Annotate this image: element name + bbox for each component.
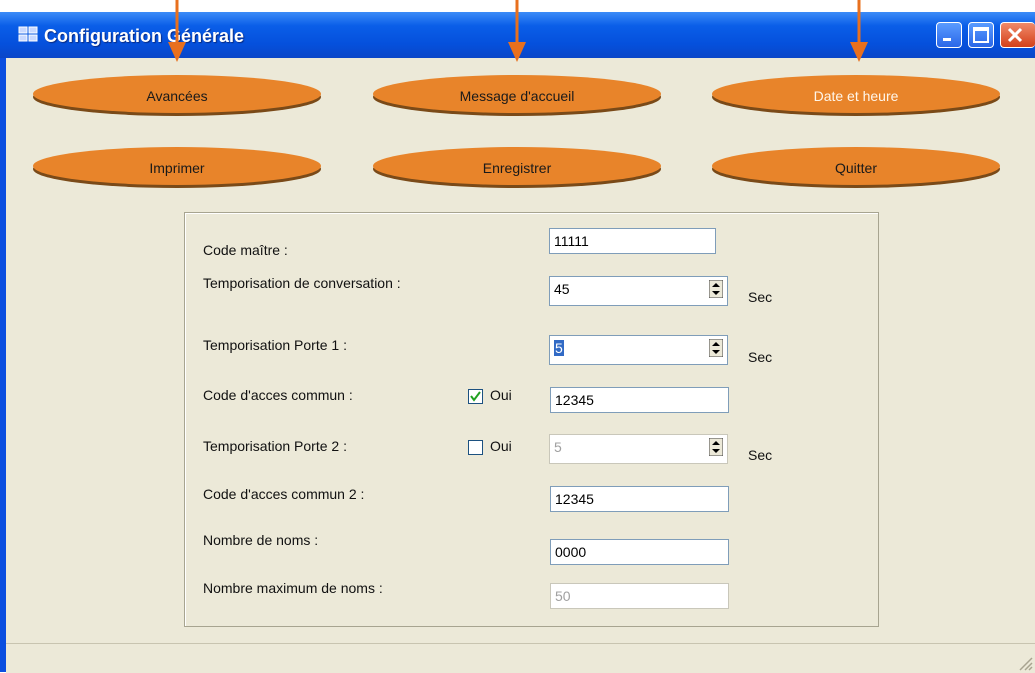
tempo-porte1-value: 5 bbox=[554, 340, 564, 356]
tempo-porte2-unit: Sec bbox=[748, 447, 773, 463]
code-acces-commun-oui: Oui bbox=[490, 387, 512, 403]
nombre-noms-label: Nombre de noms : bbox=[203, 532, 319, 548]
tempo-porte1-unit: Sec bbox=[748, 349, 773, 365]
tempo-conversation-value: 45 bbox=[554, 281, 570, 297]
code-acces-commun2-field[interactable]: 12345 bbox=[550, 486, 729, 512]
tempo-porte2-checkbox[interactable] bbox=[468, 440, 483, 455]
nombre-max-noms-field: 50 bbox=[550, 583, 729, 609]
avancees-button[interactable]: Avancées bbox=[32, 74, 322, 118]
enregistrer-label: Enregistrer bbox=[482, 160, 552, 176]
window-title: Configuration Générale bbox=[44, 26, 245, 46]
minimize-button[interactable] bbox=[936, 22, 962, 48]
nombre-max-noms-label: Nombre maximum de noms : bbox=[203, 580, 383, 596]
code-maitre-label: Code maître : bbox=[203, 242, 288, 258]
quitter-label: Quitter bbox=[834, 160, 877, 176]
client-area: Avancées Message d'accueil Date et heure… bbox=[6, 58, 1035, 673]
app-icon bbox=[18, 26, 38, 42]
date-heure-label: Date et heure bbox=[813, 88, 899, 104]
maximize-button[interactable] bbox=[968, 22, 994, 48]
tempo-porte2-value: 5 bbox=[554, 439, 562, 455]
checkmark-icon bbox=[470, 391, 481, 402]
maximize-icon bbox=[973, 27, 989, 43]
message-accueil-label: Message d'accueil bbox=[459, 88, 575, 104]
tempo-conversation-unit: Sec bbox=[748, 289, 773, 305]
avancees-label: Avancées bbox=[146, 88, 208, 104]
tempo-porte1-label: Temporisation Porte 1 : bbox=[203, 337, 347, 353]
quitter-button[interactable]: Quitter bbox=[711, 146, 1001, 190]
close-button[interactable] bbox=[1000, 22, 1035, 48]
spin-arrows-icon[interactable] bbox=[709, 280, 723, 298]
message-accueil-button[interactable]: Message d'accueil bbox=[372, 74, 662, 118]
code-acces-commun2-label: Code d'acces commun 2 : bbox=[203, 486, 365, 502]
annotation-arrow bbox=[168, 0, 186, 62]
enregistrer-button[interactable]: Enregistrer bbox=[372, 146, 662, 190]
spin-arrows-icon[interactable] bbox=[709, 438, 723, 456]
resize-grip-icon[interactable] bbox=[1017, 655, 1033, 671]
tempo-porte2-label: Temporisation Porte 2 : bbox=[203, 438, 347, 454]
code-acces-commun-label: Code d'acces commun : bbox=[203, 387, 353, 403]
tempo-porte2-oui: Oui bbox=[490, 438, 512, 454]
date-heure-button[interactable]: Date et heure bbox=[711, 74, 1001, 118]
spin-arrows-icon[interactable] bbox=[709, 339, 723, 357]
code-acces-commun-field[interactable]: 12345 bbox=[550, 387, 729, 413]
tempo-conversation-label: Temporisation de conversation : bbox=[203, 275, 401, 291]
imprimer-label: Imprimer bbox=[149, 160, 205, 176]
tempo-conversation-field[interactable]: 45 bbox=[549, 276, 728, 306]
minimize-icon bbox=[943, 38, 951, 41]
code-acces-commun-checkbox[interactable] bbox=[468, 389, 483, 404]
nombre-noms-field[interactable]: 0000 bbox=[550, 539, 729, 565]
tempo-porte2-field[interactable]: 5 bbox=[549, 434, 728, 464]
imprimer-button[interactable]: Imprimer bbox=[32, 146, 322, 190]
app-window: Configuration Générale Avancées Message … bbox=[0, 12, 1035, 673]
tempo-porte1-field[interactable]: 5 bbox=[549, 335, 728, 365]
settings-panel: Code maître : 11111 Temporisation de con… bbox=[184, 212, 879, 627]
code-maitre-field[interactable]: 11111 bbox=[549, 228, 716, 254]
annotation-arrow bbox=[508, 0, 526, 62]
annotation-arrow bbox=[850, 0, 868, 62]
close-icon bbox=[1007, 27, 1023, 43]
status-bar bbox=[6, 643, 1035, 673]
